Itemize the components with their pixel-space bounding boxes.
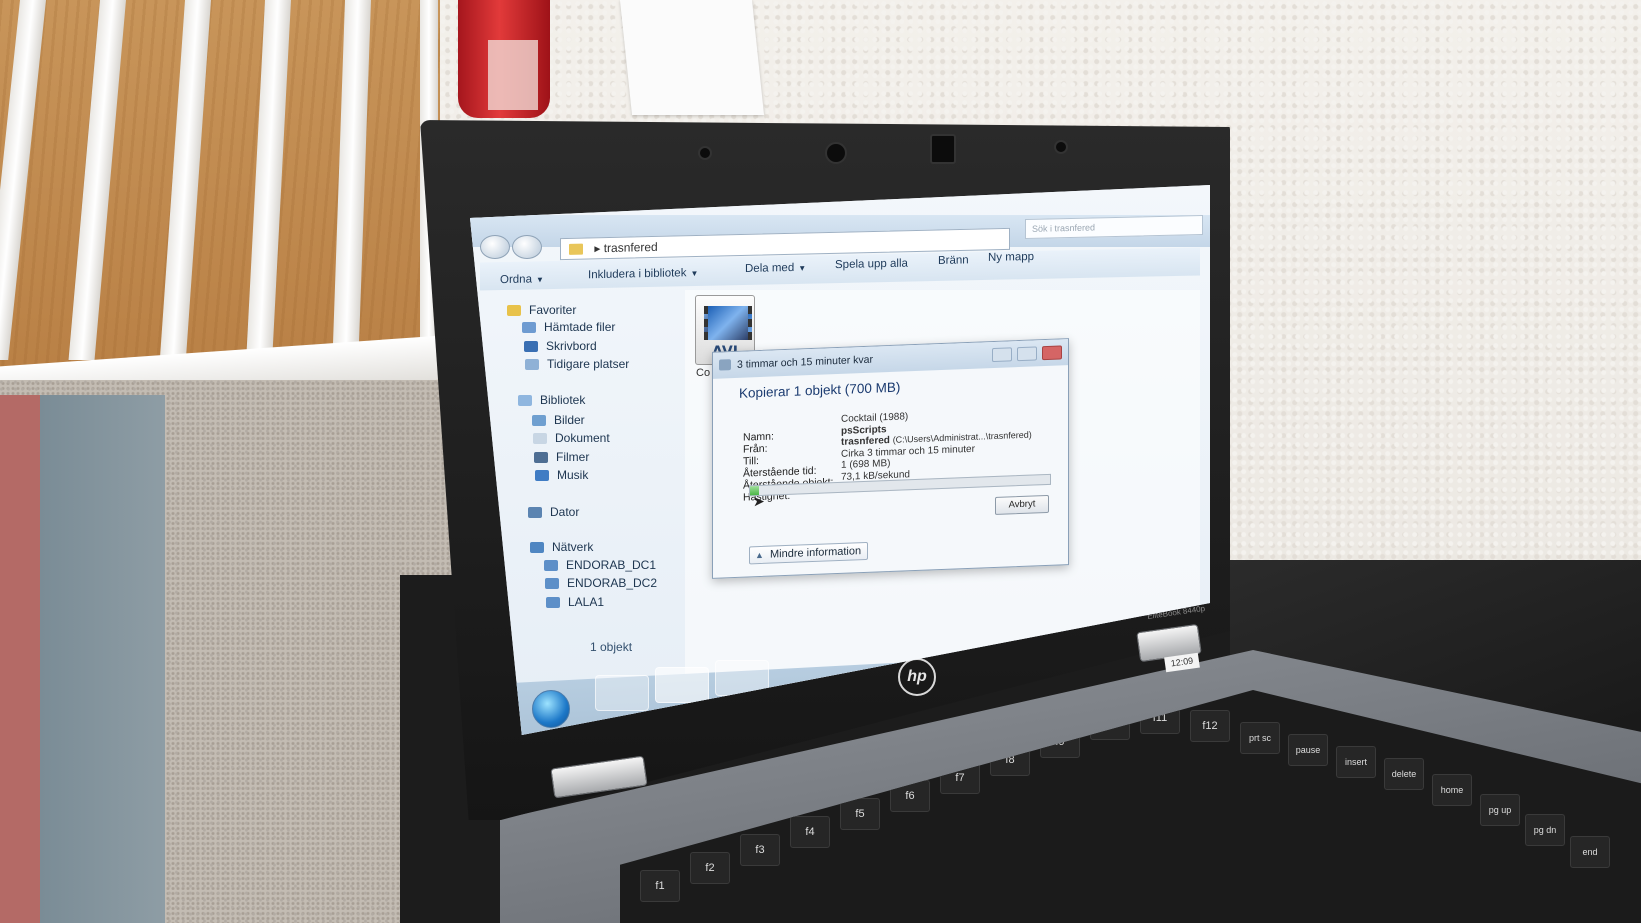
chevron-up-icon: ▲ — [755, 549, 764, 561]
nav-network-item[interactable]: ENDORAB_DC2 — [545, 576, 657, 590]
breadcrumb-arrow-icon: ▸ — [594, 241, 604, 256]
server-icon — [544, 560, 558, 572]
copy-progress-dialog: 3 timmar och 15 minuter kvar Kopierar 1 … — [712, 338, 1069, 579]
keyboard-key[interactable]: pg dn — [1525, 814, 1565, 846]
network-icon — [530, 542, 544, 554]
keyboard-key[interactable]: f12 — [1190, 710, 1230, 742]
cancel-button[interactable]: Avbryt — [995, 494, 1049, 515]
nav-pictures[interactable]: Bilder — [532, 413, 585, 427]
keyboard-key[interactable]: insert — [1336, 746, 1376, 778]
folder-icon — [569, 243, 583, 256]
explorer-taskbar-button[interactable] — [655, 667, 709, 703]
screw-icon — [1054, 140, 1068, 154]
dialog-title: 3 timmar och 15 minuter kvar — [737, 353, 873, 371]
extinguisher-label — [488, 40, 538, 110]
window-controls — [990, 343, 1062, 372]
start-button[interactable] — [532, 690, 570, 728]
keyboard-key[interactable]: home — [1432, 774, 1472, 806]
nav-downloads[interactable]: Hämtade filer — [522, 320, 615, 334]
screw-icon — [698, 146, 712, 160]
include-library-menu[interactable]: Inkludera i bibliotek ▼ — [588, 267, 698, 281]
recent-places-icon — [525, 359, 539, 371]
address-folder: trasnfered — [603, 239, 658, 256]
webcam-icon — [825, 142, 847, 164]
mouse-cursor-icon: ➤ — [753, 492, 765, 510]
desktop-icon — [524, 341, 538, 353]
sensor-icon — [930, 134, 956, 164]
keyboard-key[interactable]: pg up — [1480, 794, 1520, 826]
maximize-icon[interactable] — [1017, 346, 1038, 362]
hp-logo: hp — [898, 658, 936, 696]
server-icon — [546, 597, 560, 609]
floor-stripe — [40, 395, 165, 923]
keyboard-key[interactable]: f3 — [740, 834, 780, 866]
keyboard-key[interactable]: pause — [1288, 734, 1328, 766]
copy-heading: Kopierar 1 objekt (700 MB) — [739, 379, 901, 401]
nav-network-item[interactable]: ENDORAB_DC1 — [544, 558, 656, 572]
documents-icon — [533, 433, 547, 445]
detail-values: Cocktail (1988) psScripts trasnfered (C:… — [841, 407, 1032, 483]
videos-icon — [534, 452, 548, 464]
less-info-label: Mindre information — [770, 545, 862, 561]
keyboard-key[interactable]: delete — [1384, 758, 1424, 790]
burn-button[interactable]: Bränn — [938, 254, 969, 267]
new-folder-button[interactable]: Ny mapp — [988, 251, 1034, 264]
nav-recent[interactable]: Tidigare platser — [525, 357, 629, 371]
status-item-count: 1 objekt — [590, 640, 633, 654]
film-icon — [704, 306, 752, 340]
navigation-pane: Favoriter Hämtade filer Skrivbord Tidiga… — [492, 295, 677, 715]
nav-favorites[interactable]: Favoriter — [507, 303, 576, 317]
pictures-icon — [532, 415, 546, 427]
ie-taskbar-button[interactable] — [595, 675, 649, 711]
plywood-wall — [0, 0, 460, 380]
star-icon — [507, 305, 521, 317]
keyboard-key[interactable]: f1 — [640, 870, 680, 902]
server-icon — [545, 578, 559, 590]
minimize-icon[interactable] — [992, 347, 1013, 363]
wall-notice — [619, 0, 765, 115]
copy-icon — [719, 359, 731, 371]
computer-icon — [528, 507, 542, 519]
nav-desktop[interactable]: Skrivbord — [524, 339, 597, 353]
music-icon — [535, 470, 549, 482]
less-info-button[interactable]: ▲ Mindre information — [749, 541, 869, 565]
nav-libraries[interactable]: Bibliotek — [518, 393, 585, 407]
caret-down-icon: ▼ — [798, 263, 807, 273]
nav-network-item[interactable]: LALA1 — [546, 595, 604, 609]
keyboard-key[interactable]: end — [1570, 836, 1610, 868]
share-menu[interactable]: Dela med ▼ — [745, 262, 806, 275]
nav-network[interactable]: Nätverk — [530, 540, 593, 554]
keyboard-key[interactable]: prt sc — [1240, 722, 1280, 754]
caret-down-icon: ▼ — [535, 275, 544, 285]
nav-computer[interactable]: Dator — [528, 505, 579, 519]
keyboard-key[interactable]: f2 — [690, 852, 730, 884]
value-to: trasnfered — [841, 435, 890, 448]
back-button[interactable] — [480, 235, 510, 259]
nav-music[interactable]: Musik — [535, 468, 588, 482]
close-icon[interactable] — [1042, 345, 1062, 361]
keyboard-key[interactable]: f5 — [840, 798, 880, 830]
forward-button[interactable] — [512, 235, 542, 259]
caret-down-icon: ▼ — [690, 268, 699, 279]
nav-videos[interactable]: Filmer — [534, 450, 589, 464]
floor-stripe — [0, 395, 40, 923]
search-input[interactable]: Sök i trasnfered — [1025, 214, 1203, 240]
keyboard-key[interactable]: f4 — [790, 816, 830, 848]
file-name: Co — [696, 367, 711, 379]
organize-menu[interactable]: Ordna ▼ — [500, 273, 544, 286]
download-icon — [522, 322, 536, 334]
nav-documents[interactable]: Dokument — [533, 431, 610, 445]
library-icon — [518, 395, 532, 407]
play-all-button[interactable]: Spela upp alla — [835, 258, 908, 272]
